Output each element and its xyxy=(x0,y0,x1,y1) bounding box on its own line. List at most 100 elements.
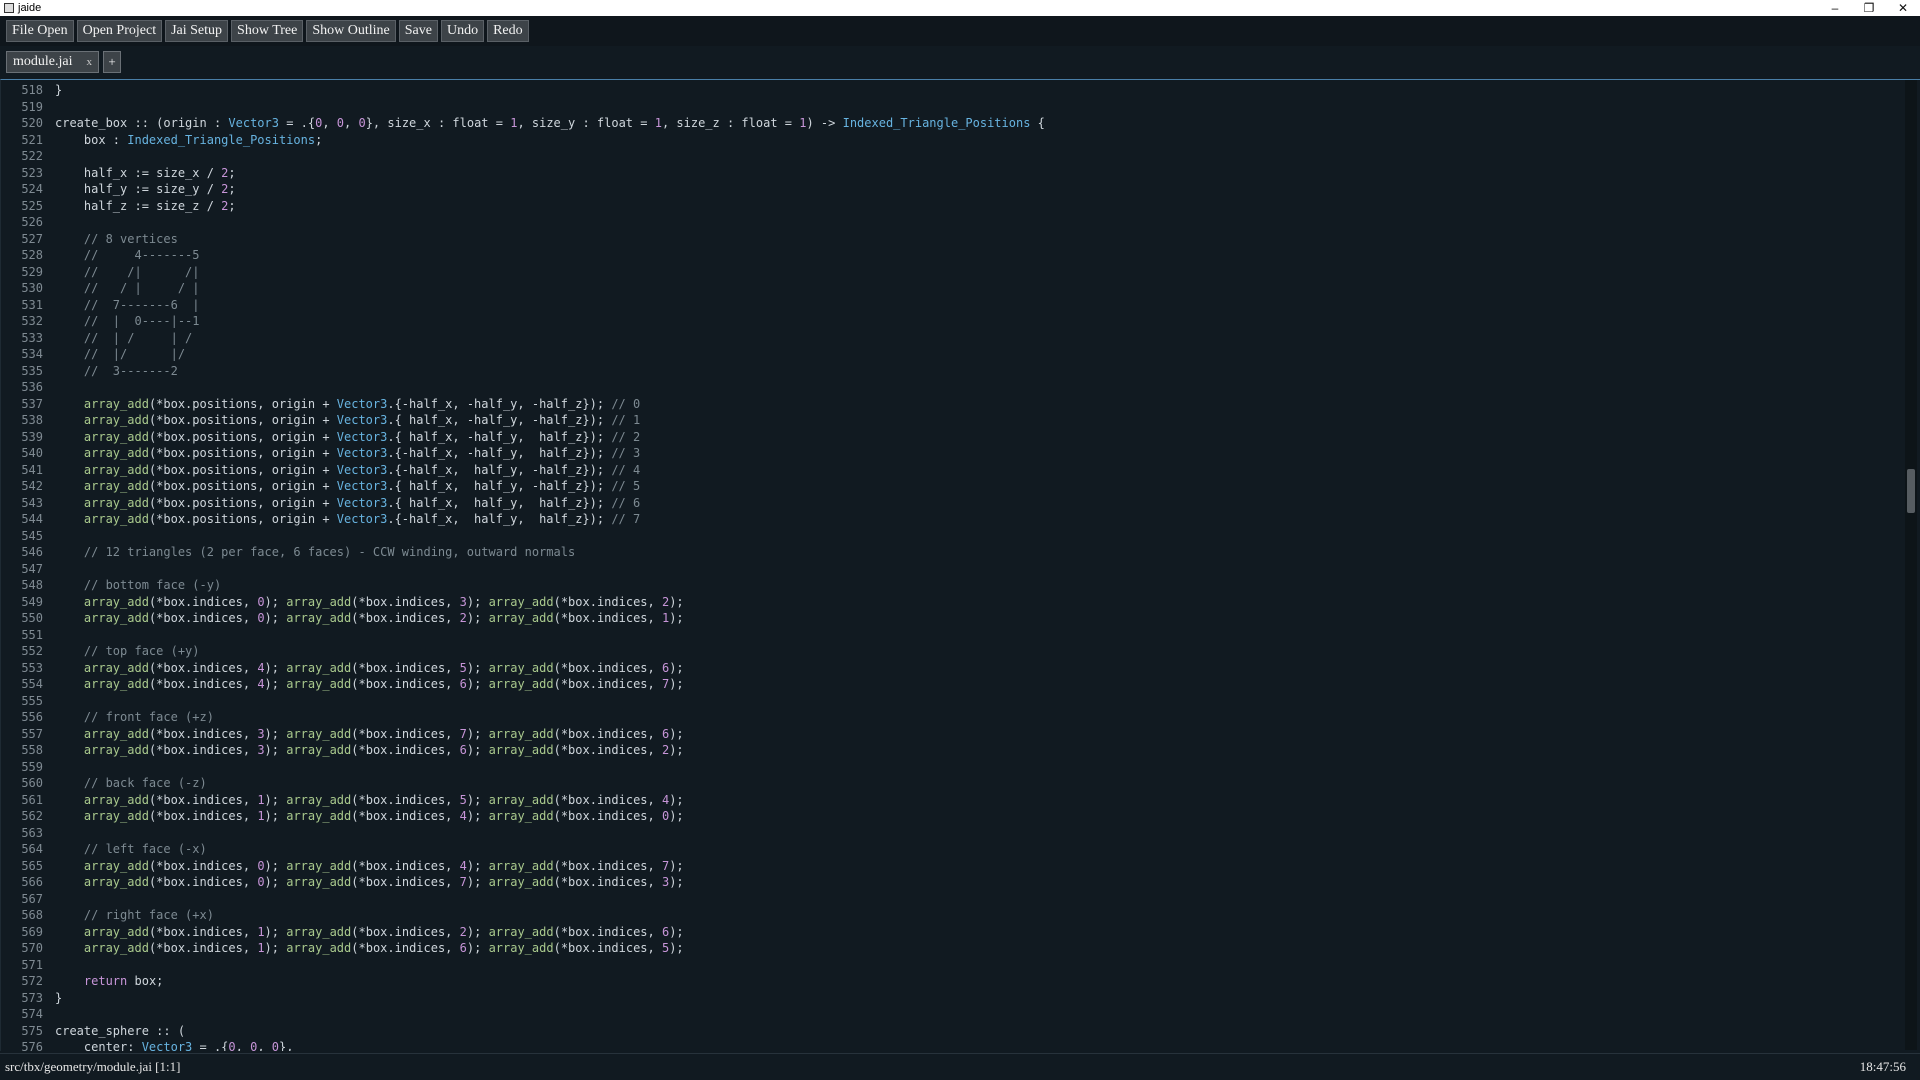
code-line[interactable]: 540 array_add(*box.positions, origin + V… xyxy=(1,445,1901,462)
file-open-button[interactable]: File Open xyxy=(6,20,74,42)
code-line[interactable]: 546 // 12 triangles (2 per face, 6 faces… xyxy=(1,544,1901,561)
code-line[interactable]: 575 create_sphere :: ( xyxy=(1,1023,1901,1040)
redo-button[interactable]: Redo xyxy=(487,20,529,42)
code-line[interactable]: 565 array_add(*box.indices, 0); array_ad… xyxy=(1,858,1901,875)
line-number: 554 xyxy=(21,677,43,691)
code-line[interactable]: 532 // | 0----|--1 xyxy=(1,313,1901,330)
code-line[interactable]: 536 xyxy=(1,379,1901,396)
save-button[interactable]: Save xyxy=(398,20,438,42)
line-number: 547 xyxy=(21,561,43,576)
code-line[interactable]: 522 xyxy=(1,148,1901,165)
line-code: array_add(*box.indices, 3); array_add(*b… xyxy=(83,726,684,741)
code-line[interactable]: 548 // bottom face (-y) xyxy=(1,577,1901,594)
line-number: 575 xyxy=(21,1023,43,1038)
code-editor[interactable]: 518} 519 520 create_box :: (origin : Vector… xyxy=(0,79,1920,1051)
code-line[interactable]: 527 // 8 vertices xyxy=(1,231,1901,248)
code-line[interactable]: 557 array_add(*box.indices, 3); array_ad… xyxy=(1,726,1901,743)
code-line[interactable]: 519 xyxy=(1,99,1901,116)
code-line[interactable]: 561 array_add(*box.indices, 1); array_ad… xyxy=(1,792,1901,809)
line-code: } xyxy=(55,990,63,1005)
code-line[interactable]: 531 // 7-------6 | xyxy=(1,297,1901,314)
add-tab-button[interactable]: + xyxy=(103,51,121,73)
code-line[interactable]: 573} xyxy=(1,990,1901,1007)
code-line[interactable]: 555 xyxy=(1,693,1901,710)
code-line[interactable]: 553 array_add(*box.indices, 4); array_ad… xyxy=(1,660,1901,677)
line-code: array_add(*box.indices, 3); array_add(*b… xyxy=(83,743,684,757)
code-line[interactable]: 569 array_add(*box.indices, 1); array_ad… xyxy=(1,924,1901,941)
code-line[interactable]: 538 array_add(*box.positions, origin + V… xyxy=(1,412,1901,429)
code-line[interactable]: 556 // front face (+z) xyxy=(1,709,1901,726)
scrollbar-thumb[interactable] xyxy=(1907,469,1915,513)
line-number: 523 xyxy=(21,165,43,180)
line-number: 549 xyxy=(21,594,43,609)
code-line[interactable]: 564 // left face (-x) xyxy=(1,841,1901,858)
code-line[interactable]: 560 // back face (-z) xyxy=(1,775,1901,792)
line-number: 562 xyxy=(21,809,43,823)
code-line[interactable]: 526 xyxy=(1,214,1901,231)
line-number: 553 xyxy=(21,660,43,675)
code-line[interactable]: 524 half_y := size_y / 2; xyxy=(1,181,1901,198)
code-line[interactable]: 525 half_z := size_z / 2; xyxy=(1,198,1901,215)
line-number: 574 xyxy=(21,1007,43,1021)
code-line[interactable]: 558 array_add(*box.indices, 3); array_ad… xyxy=(1,742,1901,759)
code-line[interactable]: 529 // /| /| xyxy=(1,264,1901,281)
undo-button[interactable]: Undo xyxy=(440,20,485,42)
tab-module-jai[interactable]: module.jai x xyxy=(6,51,99,73)
code-line[interactable]: 520 create_box :: (origin : Vector3 = .{0… xyxy=(1,115,1901,132)
open-project-button[interactable]: Open Project xyxy=(76,20,163,42)
code-line[interactable]: 528 // 4-------5 xyxy=(1,247,1901,264)
code-line[interactable]: 568 // right face (+x) xyxy=(1,907,1901,924)
code-line[interactable]: 535 // 3-------2 xyxy=(1,363,1901,380)
line-number: 542 xyxy=(21,479,43,493)
code-line[interactable]: 521 box : Indexed_Triangle_Positions; xyxy=(1,132,1901,149)
code-line[interactable]: 562 array_add(*box.indices, 1); array_ad… xyxy=(1,808,1901,825)
line-code: array_add(*box.indices, 0); array_add(*b… xyxy=(83,875,684,889)
code-line[interactable]: 543 array_add(*box.positions, origin + V… xyxy=(1,495,1901,512)
jai-setup-button[interactable]: Jai Setup xyxy=(165,20,229,42)
restore-icon[interactable]: ❐ xyxy=(1852,0,1886,16)
code-line[interactable]: 547 xyxy=(1,561,1901,578)
code-line[interactable]: 544 array_add(*box.positions, origin + V… xyxy=(1,511,1901,528)
line-code: array_add(*box.indices, 0); array_add(*b… xyxy=(83,858,684,873)
code-line[interactable]: 523 half_x := size_x / 2; xyxy=(1,165,1901,182)
code-line[interactable]: 549 array_add(*box.indices, 0); array_ad… xyxy=(1,594,1901,611)
code-line[interactable]: 545 xyxy=(1,528,1901,545)
line-number: 571 xyxy=(21,957,43,972)
line-code: box : Indexed_Triangle_Positions; xyxy=(55,132,323,147)
code-line[interactable]: 571 xyxy=(1,957,1901,974)
line-code: array_add(*box.positions, origin + Vecto… xyxy=(83,495,641,510)
minimize-icon[interactable]: – xyxy=(1818,0,1852,16)
code-line[interactable]: 563 xyxy=(1,825,1901,842)
line-code: array_add(*box.indices, 4); array_add(*b… xyxy=(83,677,684,691)
line-number: 541 xyxy=(21,462,43,477)
tab-close-icon[interactable]: x xyxy=(87,56,93,68)
line-number: 533 xyxy=(21,330,43,345)
code-line[interactable]: 518} xyxy=(1,82,1901,99)
code-line[interactable]: 572 return box; xyxy=(1,973,1901,990)
code-line[interactable]: 551 xyxy=(1,627,1901,644)
show-tree-button[interactable]: Show Tree xyxy=(231,20,304,42)
code-line[interactable]: 534 // |/ |/ xyxy=(1,346,1901,363)
code-line[interactable]: 574 xyxy=(1,1006,1901,1023)
code-line[interactable]: 533 // | / | / xyxy=(1,330,1901,347)
code-line[interactable]: 566 array_add(*box.indices, 0); array_ad… xyxy=(1,874,1901,891)
line-number: 544 xyxy=(21,512,43,526)
code-line[interactable]: 554 array_add(*box.indices, 4); array_ad… xyxy=(1,676,1901,693)
code-line[interactable]: 567 xyxy=(1,891,1901,908)
show-outline-button[interactable]: Show Outline xyxy=(306,20,396,42)
code-line[interactable]: 570 array_add(*box.indices, 1); array_ad… xyxy=(1,940,1901,957)
code-line[interactable]: 541 array_add(*box.positions, origin + V… xyxy=(1,462,1901,479)
code-line[interactable]: 559 xyxy=(1,759,1901,776)
code-line[interactable]: 576 center: Vector3 = .{0, 0, 0}, xyxy=(1,1039,1901,1051)
line-number: 550 xyxy=(21,611,43,625)
vertical-scrollbar[interactable] xyxy=(1905,80,1917,1050)
code-line[interactable]: 552 // top face (+y) xyxy=(1,643,1901,660)
code-line[interactable]: 539 array_add(*box.positions, origin + V… xyxy=(1,429,1901,446)
code-line[interactable]: 537 array_add(*box.positions, origin + V… xyxy=(1,396,1901,413)
code-line[interactable]: 542 array_add(*box.positions, origin + V… xyxy=(1,478,1901,495)
code-line[interactable]: 530 // / | / | xyxy=(1,280,1901,297)
line-number: 528 xyxy=(21,248,43,262)
close-icon[interactable]: ✕ xyxy=(1886,0,1920,16)
line-number: 560 xyxy=(21,776,43,790)
code-line[interactable]: 550 array_add(*box.indices, 0); array_ad… xyxy=(1,610,1901,627)
